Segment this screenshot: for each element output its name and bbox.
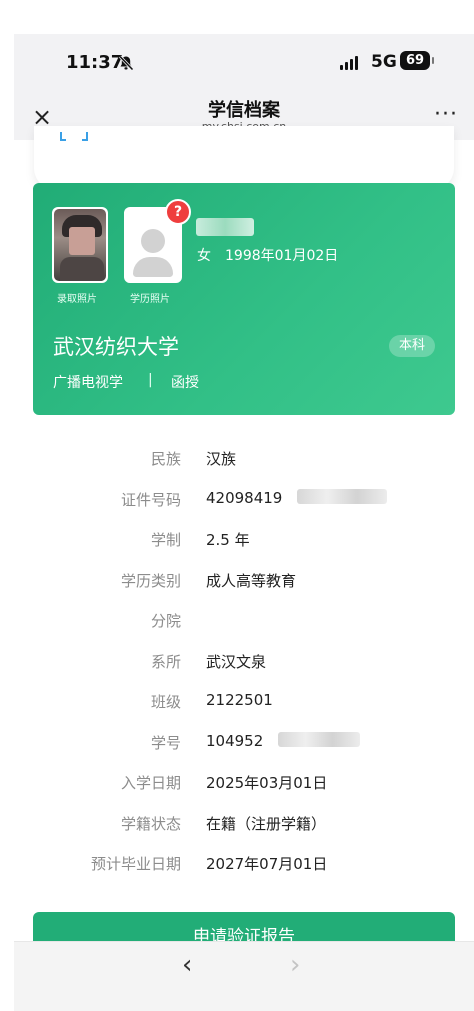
student-name-redacted [196,218,254,236]
admission-photo-label: 录取照片 [57,294,97,305]
info-value: 武汉文泉 [206,652,267,671]
info-row-status: 学籍状态 在籍（注册学籍） [14,813,474,854]
info-row-student-id: 学号 104952 [14,731,474,773]
student-id-redacted [278,731,360,747]
info-row-graduation-date: 预计毕业日期 2027年07月01日 [14,853,474,894]
info-value: 在籍（注册学籍） [206,814,327,833]
forward-arrow-icon[interactable]: › [290,950,300,980]
question-badge-icon[interactable]: ? [165,199,191,225]
status-bar: 11:37 5G 69 [14,34,474,94]
page-title: 学信档案 [208,100,280,121]
info-list: 民族 汉族 证件号码 42098419 学制 2.5 年 学历类别 成人高等教育… [14,448,474,894]
info-value: 42098419 [206,488,283,507]
back-arrow-icon[interactable]: ‹ [182,950,192,980]
info-row-department: 系所 武汉文泉 [14,651,474,692]
status-time: 11:37 [66,52,124,73]
info-value: 成人高等教育 [206,571,297,590]
degree-photo-label: 学历照片 [130,294,170,305]
id-number-redacted [297,488,387,504]
school-name: 武汉纺织大学 [53,335,179,359]
info-label: 班级 [150,693,181,711]
bracket-icon [60,132,88,141]
info-label: 学历类别 [120,571,181,590]
info-row-ethnicity: 民族 汉族 [14,448,474,489]
info-label: 系所 [150,652,181,671]
info-label: 分院 [150,612,181,630]
info-row-id-number: 证件号码 42098419 [14,488,474,530]
more-icon[interactable]: ··· [434,102,458,127]
gender: 女 [197,248,211,264]
info-value: 2027年07月01日 [206,855,328,873]
info-value: 2.5 年 [206,531,250,549]
study-mode: 函授 [171,375,199,391]
info-label: 学籍状态 [120,814,181,833]
degree-badge: 本科 [388,335,435,357]
silent-bell-icon [118,55,134,71]
info-row-branch: 分院 [14,610,474,651]
birth-date: 1998年01月02日 [225,248,339,264]
info-row-class: 班级 2122501 [14,691,474,732]
info-label: 民族 [150,450,181,468]
info-value: 2122501 [206,691,273,709]
info-label: 证件号码 [120,490,181,509]
admission-photo[interactable] [52,207,108,283]
info-row-enroll-date: 入学日期 2025年03月01日 [14,772,474,813]
info-label: 入学日期 [120,774,181,792]
info-label: 学号 [150,733,181,752]
info-label: 预计毕业日期 [90,855,181,873]
signal-icon [340,56,358,70]
info-label: 学制 [150,531,181,549]
battery-icon: 69 [400,51,434,70]
info-value: 汉族 [206,450,237,468]
bottom-nav-bar: ‹ › [14,941,474,1011]
network-type: 5G [371,52,397,72]
phone-screen: 11:37 5G 69 × 学信档案 my.chsi.com.cn ··· [14,34,474,1011]
tooltip-bubble [34,126,454,190]
separator: | [148,372,153,388]
major-name: 广播电视学 [53,375,123,391]
info-row-category: 学历类别 成人高等教育 [14,570,474,611]
info-value: 2025年03月01日 [206,774,328,792]
info-row-duration: 学制 2.5 年 [14,529,474,570]
education-card: 录取照片 ? 学历照片 女 1998年01月02日 武汉纺织大学 本科 广播电视… [33,183,455,415]
info-value: 104952 [206,731,264,750]
avatar-icon [141,229,165,253]
